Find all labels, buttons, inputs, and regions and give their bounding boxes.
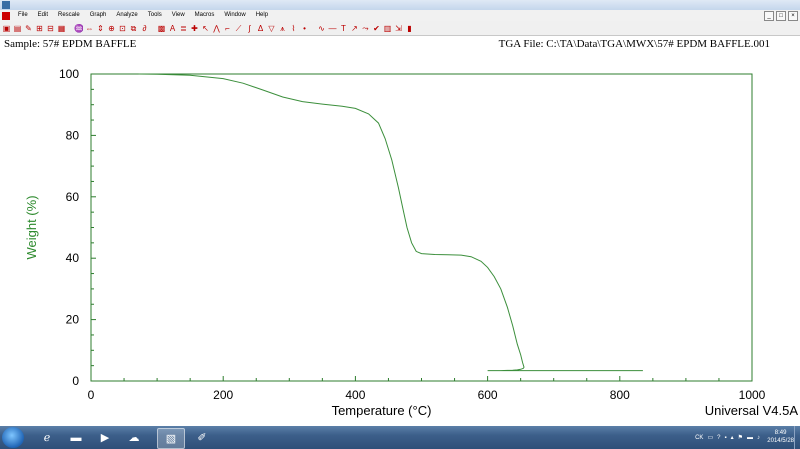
menu-window[interactable]: Window: [219, 10, 250, 21]
text-icon[interactable]: T: [339, 24, 348, 33]
full-scale-icon[interactable]: ⊡: [118, 24, 127, 33]
residue-icon[interactable]: ▽: [267, 24, 276, 33]
monitor-icon[interactable]: ▬: [747, 435, 753, 441]
app-icon: [2, 1, 10, 9]
folder-icon[interactable]: ▬: [63, 428, 89, 447]
menu-graph[interactable]: Graph: [85, 10, 112, 21]
menu-analyze[interactable]: Analyze: [111, 10, 142, 21]
clock-time: 8:49: [774, 430, 787, 436]
report-icon[interactable]: ▥: [383, 24, 392, 33]
clock[interactable]: 8:49 2014/5/28: [767, 429, 794, 445]
menu-view[interactable]: View: [167, 10, 190, 21]
label-icon[interactable]: A: [168, 24, 177, 33]
pen-icon[interactable]: ✎: [24, 24, 33, 33]
export-icon[interactable]: ⇲: [394, 24, 403, 33]
universal-analysis-icon[interactable]: ▧: [157, 428, 185, 449]
toolbar: ▣ ▤ ✎ ⊞ ⊟ ▦ ♒ ⇔ ⇕ ⊕ ⊡ ⧉ ∂ ▩ A ≣ ✚ ↖ ⋀ ⌐ …: [0, 21, 800, 36]
step-icon[interactable]: ⌐: [223, 24, 232, 33]
show-hidden-icon[interactable]: ▴: [731, 434, 734, 441]
paint-icon[interactable]: ✐: [189, 428, 215, 447]
menu-edit[interactable]: Edit: [33, 10, 53, 21]
mdi-window-controls: _ □ ×: [764, 11, 798, 21]
plot-icon[interactable]: ⊞: [35, 24, 44, 33]
network-icon[interactable]: ☁: [121, 428, 147, 447]
onset-icon[interactable]: ⟋: [234, 24, 243, 33]
print-icon[interactable]: ▤: [13, 24, 22, 33]
arrow-icon[interactable]: ↗: [350, 24, 359, 33]
show-desktop-button[interactable]: [794, 426, 800, 449]
system-tray: CK ▭ ? ▪ ▴ ⚑ ▬ ♪: [695, 426, 760, 449]
menu-tools[interactable]: Tools: [143, 10, 167, 21]
minimize-button[interactable]: _: [764, 11, 774, 21]
derivative-icon[interactable]: ∂: [140, 24, 149, 33]
start-orb[interactable]: [2, 427, 24, 448]
check-icon[interactable]: ✔: [372, 24, 381, 33]
chart-bar-icon[interactable]: ▮: [405, 24, 414, 33]
grid-icon[interactable]: ▩: [157, 24, 166, 33]
legend-icon[interactable]: ≣: [179, 24, 188, 33]
close-button[interactable]: ×: [788, 11, 798, 21]
taskbar: ℯ ▬ ▶ ☁ ▧ ✐ CK ▭ ? ▪ ▴ ⚑ ▬ ♪ 8:49 2014/5…: [0, 426, 800, 449]
point-icon[interactable]: •: [300, 24, 309, 33]
tray-settings-icon[interactable]: ▪: [724, 435, 726, 441]
peak-icon[interactable]: ⋀: [212, 24, 221, 33]
plot-area: [0, 36, 800, 420]
zoom-icon[interactable]: ⊕: [107, 24, 116, 33]
menu-help[interactable]: Help: [251, 10, 273, 21]
scale-y-icon[interactable]: ⇕: [96, 24, 105, 33]
signal-icon[interactable]: ♒: [74, 24, 83, 33]
annotate-icon[interactable]: ✚: [190, 24, 199, 33]
document-icon[interactable]: [2, 11, 10, 20]
ie-icon[interactable]: ℯ: [34, 428, 60, 447]
table-icon[interactable]: ▦: [57, 24, 66, 33]
menu-rescale[interactable]: Rescale: [53, 10, 85, 21]
integrate-icon[interactable]: ∫: [245, 24, 254, 33]
plot-overlay-icon[interactable]: ⊟: [46, 24, 55, 33]
overlay-icon[interactable]: ⧉: [129, 24, 138, 33]
input-method-label[interactable]: CK: [695, 435, 703, 441]
keyboard-icon[interactable]: ▭: [707, 434, 713, 441]
derivative-peak-icon[interactable]: ⩚: [278, 24, 287, 33]
volume-icon[interactable]: ♪: [757, 435, 760, 441]
scale-x-icon[interactable]: ⇔: [85, 24, 94, 33]
weight-change-icon[interactable]: Δ: [256, 24, 265, 33]
curve-tool-icon[interactable]: ⤳: [361, 24, 370, 33]
smooth-icon[interactable]: ∿: [317, 24, 326, 33]
media-player-icon[interactable]: ▶: [92, 428, 118, 447]
flag-icon[interactable]: ⚑: [738, 434, 743, 441]
cursor-icon[interactable]: ↖: [201, 24, 210, 33]
open-icon[interactable]: ▣: [2, 24, 11, 33]
window-titlebar: [0, 0, 800, 10]
file-label: TGA File: C:\TA\Data\TGA\MWX\57# EPDM BA…: [498, 38, 770, 50]
menu-file[interactable]: File: [13, 10, 33, 21]
restore-button[interactable]: □: [776, 11, 786, 21]
line-icon[interactable]: —: [328, 24, 337, 33]
clock-date: 2014/5/28: [767, 438, 794, 444]
sample-label: Sample: 57# EPDM BAFFLE: [4, 38, 137, 50]
curve-value-icon[interactable]: ⌇: [289, 24, 298, 33]
menu-macros[interactable]: Macros: [190, 10, 220, 21]
help-icon[interactable]: ?: [717, 435, 720, 441]
menu-bar: File Edit Rescale Graph Analyze Tools Vi…: [0, 10, 800, 21]
